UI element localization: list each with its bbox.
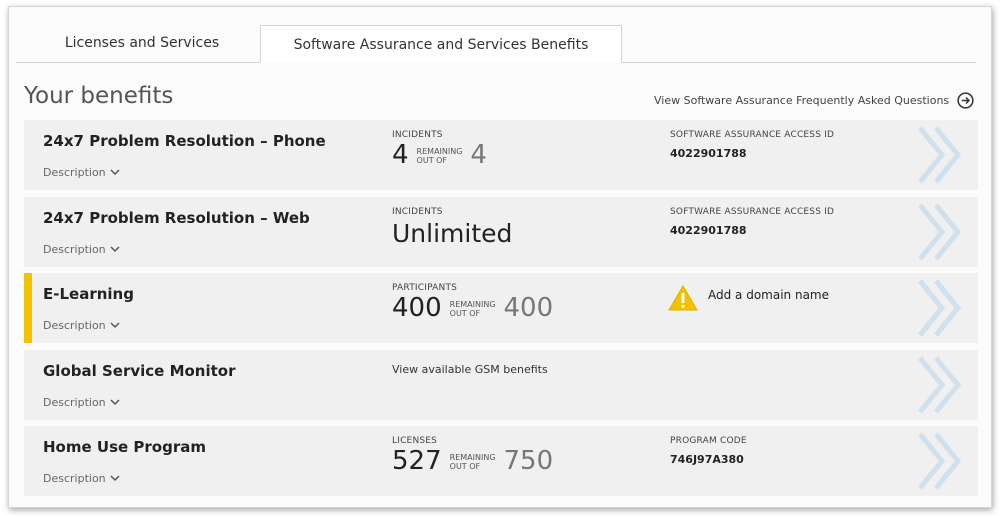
chevron-down-icon [110,169,120,176]
licenses-metric: LICENSES 527 REMAINING OUT OF 750 [392,436,553,474]
benefit-title: E-Learning [43,285,134,303]
incidents-metric: INCIDENTS 4 REMAINING OUT OF 4 [392,130,487,168]
incidents-metric: INCIDENTS Unlimited [392,207,512,248]
remaining-count: 527 [392,446,442,476]
chevron-down-icon [110,322,120,329]
description-toggle[interactable]: Description [43,319,120,332]
metric-label: PARTICIPANTS [392,283,458,293]
benefit-row-e-learning[interactable]: E-Learning Description PARTICIPANTS 400 … [24,273,978,343]
description-label: Description [43,396,106,409]
access-id-value: 4022901788 [670,224,747,237]
tab-software-assurance-benefits[interactable]: Software Assurance and Services Benefits [260,25,622,63]
access-id-block: SOFTWARE ASSURANCE ACCESS ID 4022901788 [670,130,834,160]
description-label: Description [43,243,106,256]
total-count: 4 [470,140,487,170]
description-label: Description [43,319,106,332]
remaining-out-of-label: REMAINING OUT OF [449,453,496,471]
chevron-down-icon [110,246,120,253]
page-title: Your benefits [24,83,174,109]
double-chevron-right-icon[interactable] [910,432,970,490]
add-domain-warning[interactable]: Add a domain name [668,285,829,311]
remaining-count: 4 [392,140,409,170]
total-count: 750 [503,446,554,476]
chevron-down-icon [110,475,120,482]
benefit-row-phone-support[interactable]: 24x7 Problem Resolution – Phone Descript… [24,120,978,190]
attention-accent-bar [24,273,32,343]
description-label: Description [43,166,106,179]
description-toggle[interactable]: Description [43,243,120,256]
double-chevron-right-icon[interactable] [910,126,970,184]
access-id-value: 4022901788 [670,147,747,160]
remaining-count: 400 [392,293,442,323]
double-chevron-right-icon[interactable] [910,279,970,337]
chevron-down-icon [110,399,120,406]
unlimited-value: Unlimited [392,219,513,248]
tab-bar: Licenses and Services Software Assurance… [16,24,976,63]
access-id-label: SOFTWARE ASSURANCE ACCESS ID [670,130,835,140]
double-chevron-right-icon[interactable] [910,356,970,414]
program-code-label: PROGRAM CODE [670,436,747,446]
program-code-block: PROGRAM CODE 746J97A380 [670,436,747,466]
description-toggle[interactable]: Description [43,166,120,179]
benefit-row-web-support[interactable]: 24x7 Problem Resolution – Web Descriptio… [24,197,978,267]
total-count: 400 [503,293,554,323]
metric-label: LICENSES [392,436,438,446]
remaining-out-of-label: REMAINING OUT OF [449,300,496,318]
metric-label: INCIDENTS [392,130,443,140]
benefit-title: Global Service Monitor [43,362,236,380]
description-label: Description [43,472,106,485]
participants-metric: PARTICIPANTS 400 REMAINING OUT OF 400 [392,283,553,321]
benefit-row-global-service-monitor[interactable]: Global Service Monitor Description View … [24,350,978,420]
program-code-value: 746J97A380 [670,453,744,466]
warning-triangle-icon [668,285,698,311]
benefit-title: 24x7 Problem Resolution – Web [43,209,310,227]
faq-link[interactable]: View Software Assurance Frequently Asked… [654,92,974,109]
benefit-title: Home Use Program [43,438,206,456]
access-id-label: SOFTWARE ASSURANCE ACCESS ID [670,207,835,217]
description-toggle[interactable]: Description [43,472,120,485]
access-id-block: SOFTWARE ASSURANCE ACCESS ID 4022901788 [670,207,834,237]
faq-link-label: View Software Assurance Frequently Asked… [654,94,950,107]
double-chevron-right-icon[interactable] [910,203,970,261]
add-domain-link[interactable]: Add a domain name [708,288,829,302]
arrow-right-circle-icon[interactable] [957,92,974,109]
view-gsm-benefits-link[interactable]: View available GSM benefits [392,363,548,376]
tab-licenses-and-services[interactable]: Licenses and Services [30,24,254,62]
benefit-row-home-use-program[interactable]: Home Use Program Description LICENSES 52… [24,426,978,496]
benefit-title: 24x7 Problem Resolution – Phone [43,132,326,150]
metric-label: INCIDENTS [392,207,443,217]
description-toggle[interactable]: Description [43,396,120,409]
remaining-out-of-label: REMAINING OUT OF [416,147,463,165]
